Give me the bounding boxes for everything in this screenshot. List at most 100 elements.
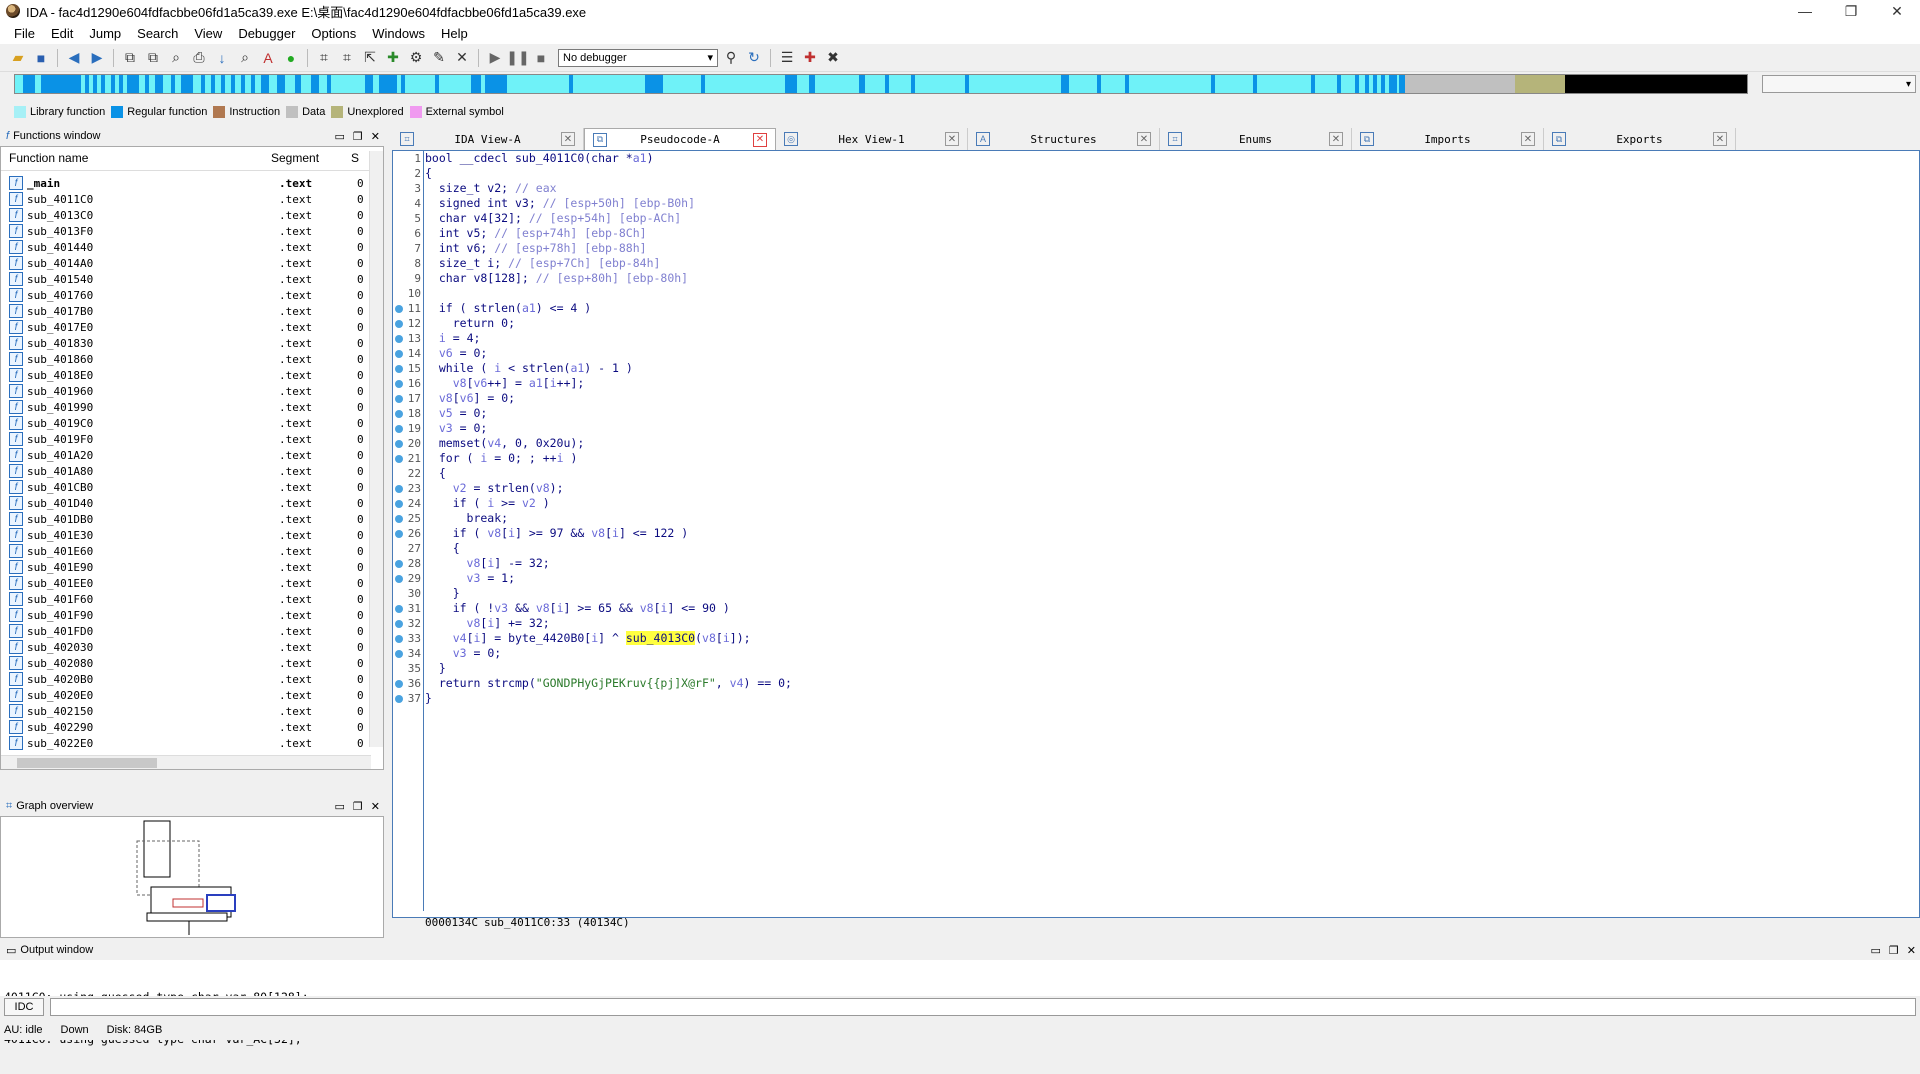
code-line[interactable]: } [425, 586, 1905, 601]
code-line[interactable]: return 0; [425, 316, 1905, 331]
function-row[interactable]: f sub_4020E0 .text 0 [1, 687, 371, 703]
binary-icon[interactable]: ⧉ [120, 48, 140, 68]
attach-icon[interactable]: ⚲ [721, 48, 741, 68]
breakpoint-dot-icon[interactable] [395, 680, 403, 688]
breakpoint-dot-icon[interactable] [395, 485, 403, 493]
restore-icon[interactable]: ▭ [335, 800, 345, 813]
breakpoint-dot-icon[interactable] [395, 605, 403, 613]
functions-vertical-scrollbar[interactable] [369, 151, 383, 747]
code-line[interactable]: char v8[128]; // [esp+80h] [ebp-80h] [425, 271, 1905, 286]
close-icon[interactable]: ✕ [1713, 132, 1727, 146]
column-function-name[interactable]: Function name [1, 151, 271, 170]
tab-hex-view-1[interactable]: ◎ Hex View-1 ✕ [776, 128, 968, 150]
function-row[interactable]: f _main .text 0 [1, 175, 371, 191]
breakpoint-dot-icon[interactable] [395, 440, 403, 448]
function-row[interactable]: f sub_401D40 .text 0 [1, 495, 371, 511]
code-line[interactable]: if ( v8[i] >= 97 && v8[i] <= 122 ) [425, 526, 1905, 541]
output-window[interactable]: 4011C0: using guessed type char var_80[1… [0, 960, 1920, 1046]
code-line[interactable]: for ( i = 0; ; ++i ) [425, 451, 1905, 466]
code-line[interactable]: if ( !v3 && v8[i] >= 65 && v8[i] <= 90 ) [425, 601, 1905, 616]
find-icon[interactable]: ⌕ [235, 48, 255, 68]
code-line[interactable]: { [425, 541, 1905, 556]
close-icon[interactable]: ✕ [1521, 132, 1535, 146]
breakpoint-dot-icon[interactable] [395, 500, 403, 508]
breakpoint-dot-icon[interactable] [395, 395, 403, 403]
maximize-button[interactable]: ❐ [1828, 0, 1874, 22]
function-row[interactable]: f sub_4022E0 .text 0 [1, 735, 371, 751]
tab-pseudocode-a[interactable]: ⧉ Pseudocode-A ✕ [584, 128, 776, 150]
breakpoint-dot-icon[interactable] [395, 530, 403, 538]
functions-horizontal-scrollbar[interactable] [1, 755, 371, 769]
struct-icon[interactable]: ⌗ [337, 48, 357, 68]
code-line[interactable]: size_t v2; // eax [425, 181, 1905, 196]
float-icon[interactable]: ❐ [353, 130, 363, 143]
code-line[interactable]: break; [425, 511, 1905, 526]
code-line[interactable]: v3 = 1; [425, 571, 1905, 586]
hex-icon[interactable]: ⧉ [143, 48, 163, 68]
code-line[interactable]: return strcmp("GONDPHyGjPEKruv{{pj]X@rF"… [425, 676, 1905, 691]
function-row[interactable]: f sub_401990 .text 0 [1, 399, 371, 415]
breakpoint-dot-icon[interactable] [395, 320, 403, 328]
menu-debugger[interactable]: Debugger [230, 26, 303, 41]
breakpoint-dot-icon[interactable] [395, 635, 403, 643]
function-row[interactable]: f sub_4019F0 .text 0 [1, 431, 371, 447]
graph-overview[interactable] [0, 816, 384, 938]
scroll-thumb[interactable] [17, 758, 157, 768]
menu-jump[interactable]: Jump [81, 26, 129, 41]
code-line[interactable]: memset(v4, 0, 0x20u); [425, 436, 1905, 451]
breakpoint-dot-icon[interactable] [395, 350, 403, 358]
breakpoint-dot-icon[interactable] [395, 410, 403, 418]
function-row[interactable]: f sub_401EE0 .text 0 [1, 575, 371, 591]
tab-ida-view-a[interactable]: ⌗ IDA View-A ✕ [392, 128, 584, 150]
string-icon[interactable]: A [258, 48, 278, 68]
restore-icon[interactable]: ▭ [1871, 944, 1881, 957]
green-circle-icon[interactable]: ● [281, 48, 301, 68]
function-row[interactable]: f sub_401E60 .text 0 [1, 543, 371, 559]
command-input[interactable] [50, 998, 1916, 1016]
remove-breakpoint-icon[interactable]: ✖ [823, 48, 843, 68]
close-button[interactable]: ✕ [1874, 0, 1920, 22]
code-line[interactable]: signed int v3; // [esp+50h] [ebp-B0h] [425, 196, 1905, 211]
menu-edit[interactable]: Edit [43, 26, 81, 41]
patch-icon[interactable]: ⚙ [406, 48, 426, 68]
close-icon[interactable]: ✕ [1907, 944, 1916, 957]
function-row[interactable]: f sub_4018E0 .text 0 [1, 367, 371, 383]
function-row[interactable]: f sub_401960 .text 0 [1, 383, 371, 399]
forward-arrow-icon[interactable]: ▶ [87, 48, 107, 68]
menu-file[interactable]: File [6, 26, 43, 41]
close-icon[interactable]: ✕ [753, 132, 767, 147]
tab-imports[interactable]: ⧉ Imports ✕ [1352, 128, 1544, 150]
function-row[interactable]: f sub_401DB0 .text 0 [1, 511, 371, 527]
function-row[interactable]: f sub_4020B0 .text 0 [1, 671, 371, 687]
functions-list[interactable]: f _main .text 0 f sub_4011C0 .text 0 f sub_4013C0… [1, 175, 371, 761]
breakpoint-dot-icon[interactable] [395, 455, 403, 463]
function-row[interactable]: f sub_402030 .text 0 [1, 639, 371, 655]
graph-overview-canvas[interactable] [1, 817, 385, 939]
function-row[interactable]: f sub_401A80 .text 0 [1, 463, 371, 479]
function-row[interactable]: f sub_4013C0 .text 0 [1, 207, 371, 223]
function-row[interactable]: f sub_401860 .text 0 [1, 351, 371, 367]
function-row[interactable]: f sub_401F90 .text 0 [1, 607, 371, 623]
code-line[interactable]: char v4[32]; // [esp+54h] [ebp-ACh] [425, 211, 1905, 226]
close-icon[interactable]: ✕ [561, 132, 575, 146]
code-line[interactable]: if ( i >= v2 ) [425, 496, 1905, 511]
breakpoint-dot-icon[interactable] [395, 365, 403, 373]
close-icon[interactable]: ✕ [1137, 132, 1151, 146]
menu-options[interactable]: Options [303, 26, 364, 41]
close-icon[interactable]: ✕ [371, 130, 380, 143]
close-icon[interactable]: ✕ [945, 132, 959, 146]
code-line[interactable]: while ( i < strlen(a1) - 1 ) [425, 361, 1905, 376]
breakpoint-dot-icon[interactable] [395, 305, 403, 313]
edit-icon[interactable]: ✎ [429, 48, 449, 68]
code-line[interactable]: v8[i] -= 32; [425, 556, 1905, 571]
add-breakpoint-icon[interactable]: ✚ [800, 48, 820, 68]
pseudocode-view[interactable]: 1 2 3 4 5 6 7 8 9 10 11 12 13 14 15 16 17 18 19 20 21 22 23 24 2… [392, 150, 1920, 929]
function-row[interactable]: f sub_401830 .text 0 [1, 335, 371, 351]
code-line[interactable]: v3 = 0; [425, 646, 1905, 661]
close-icon[interactable]: ✕ [371, 800, 380, 813]
breakpoint-dot-icon[interactable] [395, 620, 403, 628]
minimize-button[interactable]: — [1782, 0, 1828, 22]
restore-icon[interactable]: ▭ [335, 130, 345, 143]
play-icon[interactable]: ▶ [485, 48, 505, 68]
menu-view[interactable]: View [186, 26, 230, 41]
